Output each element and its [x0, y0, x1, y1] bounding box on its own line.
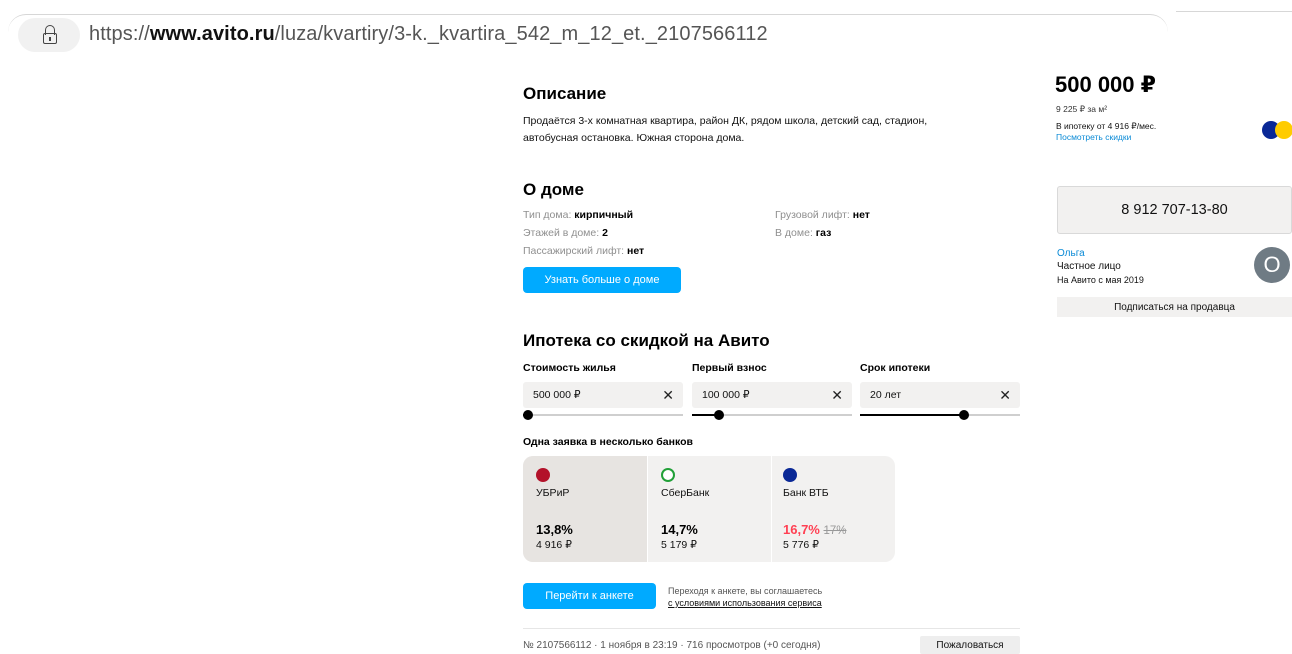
subscribe-button[interactable]: Подписаться на продавца — [1057, 297, 1292, 317]
house-prop-label: Пассажирский лифт: — [523, 245, 625, 257]
house-prop-value: нет — [852, 209, 870, 221]
seller-name[interactable]: Ольга — [1057, 248, 1085, 259]
slider-handle[interactable] — [959, 410, 969, 420]
show-phone-button[interactable]: 8 912 707-13-80 — [1057, 186, 1292, 234]
house-prop-value: 2 — [602, 227, 608, 239]
browser-address-bar: https://www.avito.ru/luza/kvartiry/3-k._… — [0, 0, 1292, 62]
downpayment-input[interactable]: 100 000 ₽ ✕ — [692, 382, 852, 408]
footer-divider — [523, 628, 1020, 629]
partner-badge-icon — [1262, 119, 1292, 141]
discounts-link[interactable]: Посмотреть скидки — [1056, 132, 1131, 142]
house-prop-type: Тип дома: кирпичный — [523, 209, 633, 221]
bank-card-vtb[interactable]: Банк ВТБ 16,7% 17% 5 776 ₽ — [772, 456, 895, 562]
slider-handle[interactable] — [523, 410, 533, 420]
slider-fill — [860, 414, 964, 416]
consent-text: Переходя к анкете, вы соглашаетесь — [668, 586, 823, 596]
slider-track — [523, 414, 683, 416]
bank-name: СберБанк — [661, 487, 710, 499]
ubrir-logo-icon — [536, 468, 550, 482]
house-title: О доме — [523, 180, 584, 199]
description-text: Продаётся 3-х комнатная квартира, район … — [523, 115, 928, 144]
house-prop-value: нет — [627, 245, 645, 257]
lock-icon-keyhole — [49, 37, 51, 41]
house-prop-value: кирпичный — [574, 209, 634, 221]
clear-icon[interactable]: ✕ — [662, 387, 674, 404]
house-prop-passenger-lift: Пассажирский лифт: нет — [523, 245, 644, 257]
mortgage-title: Ипотека со скидкой на Авито — [523, 331, 770, 350]
apply-button[interactable]: Перейти к анкете — [523, 583, 656, 609]
mortgage-from: В ипотеку от 4 916 ₽/мес. — [1056, 121, 1157, 131]
house-more-button[interactable]: Узнать больше о доме — [523, 267, 681, 293]
house-prop-label: Грузовой лифт: — [775, 209, 850, 221]
toolbar-divider — [1176, 11, 1292, 12]
field-label-term: Срок ипотеки — [860, 362, 931, 374]
bank-rate: 14,7% — [661, 522, 698, 537]
term-input[interactable]: 20 лет ✕ — [860, 382, 1020, 408]
consent-link[interactable]: с условиями использования сервиса — [668, 598, 822, 608]
house-prop-floors: Этажей в доме: 2 — [523, 227, 608, 239]
clear-icon[interactable]: ✕ — [831, 387, 843, 404]
price-slider[interactable] — [523, 409, 683, 421]
banks-title: Одна заявка в несколько банков — [523, 436, 693, 448]
seller-since: На Авито с мая 2019 — [1057, 275, 1144, 285]
bank-rate: 16,7% — [783, 522, 820, 537]
house-prop-label: В доме: — [775, 227, 813, 239]
term-slider[interactable] — [860, 409, 1020, 421]
bank-rate: 13,8% — [536, 522, 573, 537]
house-prop-value: газ — [815, 227, 832, 239]
bank-name: УБРиР — [536, 487, 570, 499]
price-per-m2: 9 225 ₽ за м² — [1056, 104, 1108, 114]
field-label-downpayment: Первый взнос — [692, 362, 767, 374]
sberbank-logo-icon — [661, 468, 675, 482]
price-input[interactable]: 500 000 ₽ ✕ — [523, 382, 683, 408]
price: 500 000 ₽ — [1055, 72, 1156, 97]
bank-payment: 5 776 ₽ — [783, 539, 819, 551]
slider-handle[interactable] — [714, 410, 725, 420]
downpayment-input-value: 100 000 ₽ — [702, 389, 750, 401]
bank-payment: 4 916 ₽ — [536, 539, 572, 551]
vtb-logo-icon — [783, 468, 797, 482]
term-input-value: 20 лет — [870, 389, 902, 401]
bank-name: Банк ВТБ — [783, 487, 829, 499]
house-prop-cargo-lift: Грузовой лифт: нет — [775, 209, 870, 221]
house-prop-utilities: В доме: газ — [775, 227, 831, 239]
bank-payment: 5 179 ₽ — [661, 539, 697, 551]
field-label-price: Стоимость жилья — [523, 362, 616, 374]
house-prop-label: Тип дома: — [523, 209, 572, 221]
url-scheme: https:// — [89, 23, 150, 45]
bank-rate-block: 16,7% 17% — [783, 522, 847, 537]
description-title: Описание — [523, 84, 607, 103]
url-text[interactable]: https://www.avito.ru/luza/kvartiry/3-k._… — [89, 23, 768, 46]
seller-type: Частное лицо — [1057, 261, 1121, 272]
site-info-button[interactable] — [18, 18, 80, 52]
clear-icon[interactable]: ✕ — [999, 387, 1011, 404]
house-prop-label: Этажей в доме: — [523, 227, 600, 239]
url-path: /luza/kvartiry/3-k._kvartira_542_m_12_et… — [274, 23, 768, 45]
bank-card-sberbank[interactable]: СберБанк 14,7% 5 179 ₽ — [648, 456, 772, 562]
downpayment-slider[interactable] — [692, 409, 852, 421]
price-input-value: 500 000 ₽ — [533, 389, 581, 401]
listing-meta: № 2107566112 · 1 ноября в 23:19 · 716 пр… — [523, 640, 821, 651]
url-domain: www.avito.ru — [149, 23, 275, 45]
bank-old-rate: 17% — [823, 525, 847, 537]
complain-button[interactable]: Пожаловаться — [920, 636, 1020, 654]
banks-offer-panel: УБРиР 13,8% 4 916 ₽ СберБанк 14,7% 5 179… — [523, 456, 895, 562]
avatar[interactable]: О — [1254, 247, 1290, 283]
bank-card-ubrir[interactable]: УБРиР 13,8% 4 916 ₽ — [523, 456, 647, 562]
